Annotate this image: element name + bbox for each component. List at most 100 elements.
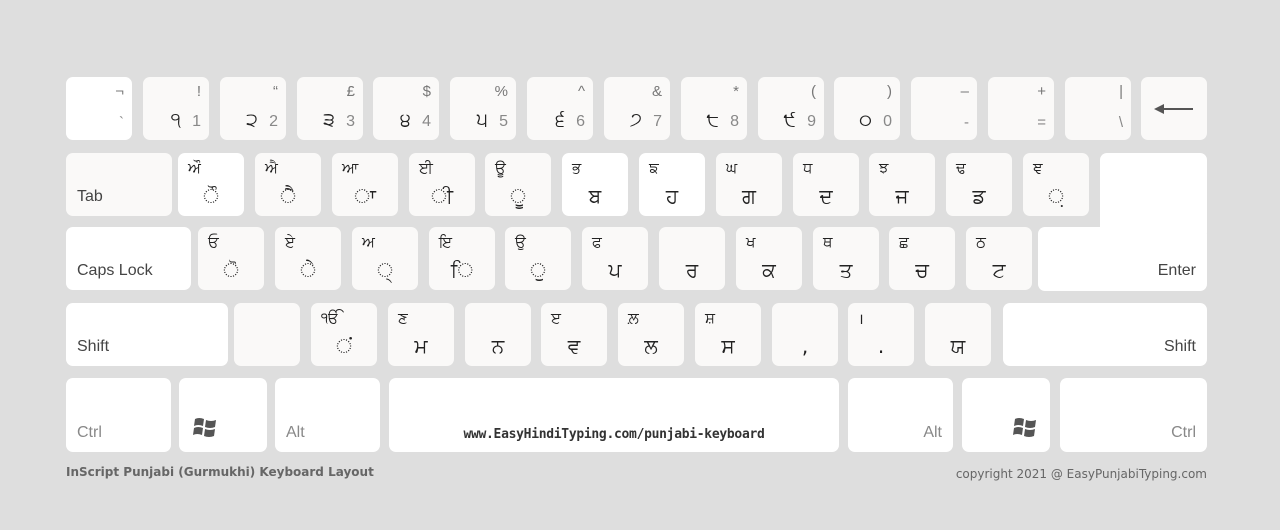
main-character: ੍: [377, 258, 393, 282]
key-row4-1[interactable]: ੴਂ: [311, 303, 377, 366]
main-character: ੈ: [280, 184, 296, 208]
key-row2-9[interactable]: ਝਜ: [869, 153, 935, 216]
key-shift-right[interactable]: Shift: [1003, 303, 1207, 366]
key-shift-symbol: *: [733, 83, 739, 100]
key-alt-left[interactable]: Alt: [275, 378, 380, 452]
shift-left-label: Shift: [77, 338, 110, 355]
latin-digit: 3: [346, 113, 355, 130]
key-shift-symbol: %: [494, 83, 508, 100]
copyright-text: copyright 2021 @ EasyPunjabiTyping.com: [955, 467, 1207, 481]
key-row1-10[interactable]: ) ੦ 0: [834, 77, 900, 140]
windows-logo-icon: [193, 418, 216, 437]
key-row1-4[interactable]: $੪ 4: [373, 77, 439, 140]
key-row1-11[interactable]: – -: [911, 77, 977, 140]
gurmukhi-digit: ੮: [706, 109, 719, 131]
key-row3-7[interactable]: ਖਕ: [736, 227, 802, 290]
key-row2-6[interactable]: ਙਹ: [639, 153, 705, 216]
key-alt-right[interactable]: Alt: [848, 378, 953, 452]
key-row4-3[interactable]: ਨ: [465, 303, 531, 366]
alt-right-label: Alt: [923, 424, 942, 441]
key-space[interactable]: www.EasyHindiTyping.com/punjabi-keyboard: [389, 378, 839, 452]
key-backspace[interactable]: [1141, 77, 1207, 140]
key-row3-6[interactable]: ਰ: [659, 227, 725, 290]
shift-character: ਙ: [649, 159, 659, 177]
main-character: ,: [801, 334, 809, 358]
key-windows-left[interactable]: [179, 378, 267, 452]
gurmukhi-digit: ੬: [555, 109, 565, 131]
key-row1-3[interactable]: £੩ 3: [297, 77, 363, 140]
shift-character: ਘ: [726, 159, 738, 177]
key-row4-8[interactable]: ।.: [848, 303, 914, 366]
key-ctrl-left[interactable]: Ctrl: [66, 378, 171, 452]
key-row4-0[interactable]: [234, 303, 300, 366]
key-row3-3[interactable]: ਇਿ: [429, 227, 495, 290]
key-row4-9[interactable]: ਯ: [925, 303, 991, 366]
left-arrow-icon: [1154, 103, 1193, 114]
key-shift-left[interactable]: Shift: [66, 303, 228, 366]
key-row1-13[interactable]: | \: [1065, 77, 1131, 140]
key-row2-0[interactable]: ਔੌ: [178, 153, 244, 216]
shift-character: ਭ: [572, 159, 582, 177]
key-shift-symbol: !: [196, 83, 201, 100]
key-enter[interactable]: Enter: [1038, 153, 1207, 291]
key-row2-5[interactable]: ਭਬ: [562, 153, 628, 216]
latin-digit: 7: [653, 113, 662, 130]
shift-character: ਣ: [398, 309, 408, 327]
key-ctrl-right[interactable]: Ctrl: [1060, 378, 1207, 452]
key-row4-7[interactable]: ,: [772, 303, 838, 366]
key-row3-8[interactable]: ਥਤ: [813, 227, 879, 290]
key-symbol: `: [119, 114, 124, 131]
key-row1-5[interactable]: % ੫ 5: [450, 77, 516, 140]
key-row4-6[interactable]: ਸ਼ ਸ: [695, 303, 761, 366]
main-character: ਗ: [742, 184, 756, 208]
key-row1-6[interactable]: ^ ੬ 6: [527, 77, 593, 140]
key-row3-4[interactable]: ਉੁ: [505, 227, 571, 290]
gurmukhi-digit: ੪: [400, 109, 411, 131]
key-shift-symbol: –: [960, 83, 969, 100]
main-character: ੂ: [510, 184, 526, 208]
key-row2-11[interactable]: ਞ਼: [1023, 153, 1089, 216]
key-row1-12[interactable]: + =: [988, 77, 1054, 140]
latin-digit: 8: [730, 113, 739, 130]
key-row3-5[interactable]: ਫਪ: [582, 227, 648, 290]
key-row3-2[interactable]: ਅ੍: [352, 227, 418, 290]
main-character: ਹ: [665, 184, 679, 208]
key-row4-4[interactable]: ੲਵ: [541, 303, 607, 366]
main-character: ੋ: [223, 258, 239, 282]
key-row2-8[interactable]: ਧਦ: [793, 153, 859, 216]
key-row4-2[interactable]: ਣਮ: [388, 303, 454, 366]
key-row3-0[interactable]: ਓੋ: [198, 227, 264, 290]
key-row1-9[interactable]: (੯ 9: [758, 77, 824, 140]
key-row4-5[interactable]: ਲ਼ ਲ: [618, 303, 684, 366]
key-windows-right[interactable]: [962, 378, 1050, 452]
shift-character: ਞ: [1033, 159, 1043, 177]
key-row1-2[interactable]: “ ੨ 2: [220, 77, 286, 140]
key-row1-1[interactable]: ! ੧ 1: [143, 77, 209, 140]
key-row2-3[interactable]: ਈੀ: [409, 153, 475, 216]
main-character: ਦ: [819, 184, 833, 208]
key-row2-4[interactable]: ਊੂ: [485, 153, 551, 216]
key-row2-2[interactable]: ਆਾ: [332, 153, 398, 216]
key-row2-1[interactable]: ਐੈ: [255, 153, 321, 216]
key-shift-symbol: $: [422, 83, 431, 100]
shift-character: ਧ: [803, 159, 813, 177]
key-row2-7[interactable]: ਘਗ: [716, 153, 782, 216]
ctrl-left-label: Ctrl: [77, 424, 102, 441]
key-row1-0[interactable]: ¬ `: [66, 77, 132, 140]
key-row3-9[interactable]: ਛਚ: [889, 227, 955, 290]
key-row1-7[interactable]: & ੭ 7: [604, 77, 670, 140]
shift-character: ਆ: [342, 159, 359, 177]
main-character: ਜ: [895, 184, 909, 208]
key-caps-lock[interactable]: Caps Lock: [66, 227, 191, 290]
key-tab[interactable]: Tab: [66, 153, 172, 216]
key-row3-1[interactable]: ਏੇ: [275, 227, 341, 290]
key-row3-10[interactable]: ਠਟ: [966, 227, 1032, 290]
shift-character: ਲ਼: [628, 309, 639, 327]
key-row2-10[interactable]: ਢਡ: [946, 153, 1012, 216]
key-row1-8[interactable]: * ੮ 8: [681, 77, 747, 140]
gurmukhi-digit: ੨: [246, 109, 258, 131]
key-shift-symbol: £: [346, 83, 355, 100]
latin-digit: 6: [576, 113, 585, 130]
shift-right-label: Shift: [1163, 338, 1196, 355]
shift-character: ੴ: [321, 309, 340, 327]
